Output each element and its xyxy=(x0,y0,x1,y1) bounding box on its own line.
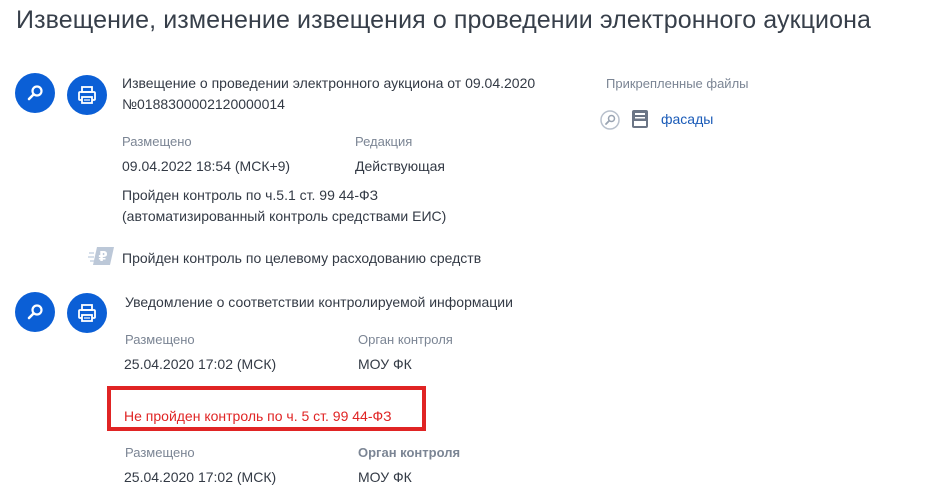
print-notice-button[interactable] xyxy=(67,75,107,115)
view-file-icon[interactable] xyxy=(600,110,620,130)
edition-label: Редакция xyxy=(355,134,413,149)
printer-icon xyxy=(78,304,96,322)
organ-label: Орган контроля xyxy=(358,332,453,347)
edition-value: Действующая xyxy=(355,158,446,174)
placed-label: Размещено xyxy=(122,134,192,149)
control-status-line2: (автоматизированный контроль средствами … xyxy=(122,208,447,224)
svg-text:₽: ₽ xyxy=(98,250,107,265)
notification-title[interactable]: Уведомление о соответствии контролируемо… xyxy=(125,294,513,310)
view-notification-button[interactable] xyxy=(15,292,55,332)
notice-title-line1: Извещение о проведении электронного аукц… xyxy=(122,75,536,91)
notification-placed-label: Размещено xyxy=(125,332,195,347)
attached-files-title: Прикрепленные файлы xyxy=(606,76,749,91)
organ-value-2: МОУ ФК xyxy=(358,469,412,485)
control-status-line1: Пройден контроль по ч.5.1 ст. 99 44-ФЗ xyxy=(122,187,379,203)
printer-icon xyxy=(78,86,96,104)
notification-placed-value: 25.04.2020 17:02 (МСК) xyxy=(124,356,277,372)
placed-value: 09.04.2022 18:54 (МСК+9) xyxy=(122,158,291,174)
notice-title[interactable]: Извещение о проведении электронного аукц… xyxy=(122,73,535,115)
control-status: Пройден контроль по ч.5.1 ст. 99 44-ФЗ (… xyxy=(122,185,446,227)
organ-label-2: Орган контроля xyxy=(358,445,461,460)
organ-value: МОУ ФК xyxy=(358,356,412,372)
notice-number: №0188300002120000014 xyxy=(122,96,285,112)
file-link[interactable]: фасады xyxy=(661,111,713,127)
search-icon xyxy=(27,304,43,320)
print-notification-button[interactable] xyxy=(67,293,107,333)
funds-control-status: Пройден контроль по целевому расходовани… xyxy=(122,250,482,266)
failed-control-status: Не пройден контроль по ч. 5 ст. 99 44-ФЗ xyxy=(124,408,392,424)
search-icon xyxy=(27,85,43,101)
file-type-icon xyxy=(631,109,649,129)
notification-placed-value-2: 25.04.2020 17:02 (МСК) xyxy=(124,469,277,485)
view-notice-button[interactable] xyxy=(15,73,55,113)
ruble-icon: ₽ xyxy=(88,245,116,267)
page-title: Извещение, изменение извещения о проведе… xyxy=(16,6,872,34)
notification-placed-label-2: Размещено xyxy=(125,445,195,460)
